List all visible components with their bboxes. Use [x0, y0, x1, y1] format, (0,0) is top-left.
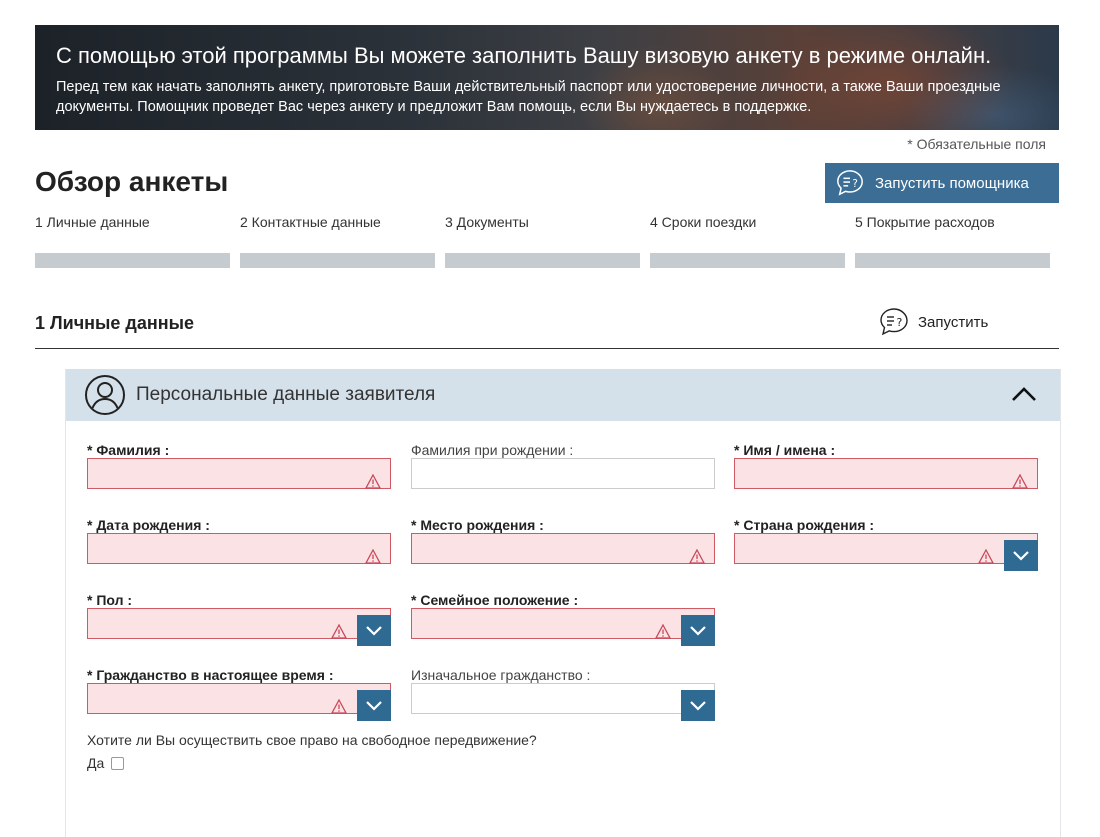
start-assistant-button[interactable]: ? Запустить помощника [825, 163, 1059, 203]
chat-question-icon: ? [837, 170, 863, 196]
dropdown-button[interactable] [357, 615, 391, 646]
hero-banner: С помощью этой программы Вы можете запол… [35, 25, 1059, 130]
surname-field: * Фамилия : [87, 442, 391, 489]
surname-input[interactable] [87, 458, 391, 489]
birth-surname-input[interactable] [411, 458, 715, 489]
chat-question-icon: ? [880, 308, 908, 336]
launch-label: Запустить [918, 313, 989, 331]
yes-label: Да [87, 755, 105, 771]
step-progress-bar [855, 253, 1050, 268]
chevron-up-icon[interactable] [1010, 382, 1038, 406]
step-progress-bar [35, 253, 230, 268]
warning-icon [331, 699, 347, 714]
warning-icon [978, 549, 994, 564]
birth-date-input[interactable] [87, 533, 391, 564]
step-label: 2 Контактные данные [240, 214, 381, 230]
panel-header[interactable]: Персональные данные заявителя [66, 369, 1060, 421]
progress-steps: 1 Личные данные 2 Контактные данные 3 До… [35, 214, 1050, 270]
birth-surname-field: Фамилия при рождении : [411, 442, 715, 489]
warning-icon [331, 624, 347, 639]
warning-icon [655, 624, 671, 639]
field-label: * Страна рождения : [734, 517, 875, 533]
field-label: * Семейное положение : [411, 592, 579, 608]
dropdown-button[interactable] [357, 690, 391, 721]
free-movement-yes-option: Да [87, 755, 125, 771]
chevron-down-icon [690, 700, 706, 711]
field-label: * Гражданство в настоящее время : [87, 667, 334, 683]
birth-place-input[interactable] [411, 533, 715, 564]
launch-assistant-link[interactable]: ? Запустить [878, 306, 988, 338]
step-personal-data[interactable]: 1 Личные данные [35, 214, 230, 268]
start-assistant-label: Запустить помощника [875, 174, 1029, 192]
dropdown-button[interactable] [681, 690, 715, 721]
original-citizenship-field: Изначальное гражданство : [411, 667, 715, 721]
chevron-down-icon [690, 625, 706, 636]
field-label: * Имя / имена : [734, 442, 836, 458]
step-progress-bar [650, 253, 845, 268]
banner-text: Перед тем как начать заполнять анкету, п… [56, 79, 1001, 115]
sex-field: * Пол : [87, 592, 391, 646]
svg-text:?: ? [897, 316, 903, 329]
current-citizenship-field: * Гражданство в настоящее время : [87, 667, 391, 721]
panel-title: Персональные данные заявителя [136, 384, 436, 405]
yes-checkbox[interactable] [111, 756, 125, 770]
given-names-field: * Имя / имена : [734, 442, 1038, 489]
step-label: 3 Документы [445, 214, 529, 230]
warning-icon [365, 549, 381, 564]
dropdown-button[interactable] [681, 615, 715, 646]
section-title: 1 Личные данные [35, 313, 194, 333]
field-label: * Фамилия : [87, 442, 170, 458]
birth-place-field: * Место рождения : [411, 517, 715, 564]
banner-title: С помощью этой программы Вы можете запол… [56, 43, 992, 68]
field-label: * Пол : [87, 592, 133, 608]
given-names-input[interactable] [734, 458, 1038, 489]
birth-country-field: * Страна рождения : [734, 517, 1038, 571]
warning-icon [689, 549, 705, 564]
chevron-down-icon [366, 625, 382, 636]
chevron-down-icon [1013, 550, 1029, 561]
svg-text:?: ? [852, 178, 857, 190]
user-icon [85, 375, 125, 415]
warning-icon [365, 474, 381, 489]
original-citizenship-select[interactable] [411, 683, 715, 714]
field-label: Изначальное гражданство : [411, 667, 591, 683]
step-documents[interactable]: 3 Документы [445, 214, 640, 268]
section-header: 1 Личные данные ? Запустить [35, 306, 1059, 349]
field-label: Фамилия при рождении : [411, 442, 574, 458]
required-fields-note: * Обязательные поля [907, 136, 1046, 152]
step-label: 1 Личные данные [35, 214, 150, 230]
field-label: * Место рождения : [411, 517, 544, 533]
dropdown-button[interactable] [1004, 540, 1038, 571]
step-label: 5 Покрытие расходов [855, 214, 995, 230]
birth-date-field: * Дата рождения : [87, 517, 391, 564]
free-movement-question: Хотите ли Вы осуществить свое право на с… [87, 732, 537, 748]
chevron-down-icon [366, 700, 382, 711]
field-label: * Дата рождения : [87, 517, 210, 533]
step-progress-bar [240, 253, 435, 268]
step-travel-dates[interactable]: 4 Сроки поездки [650, 214, 845, 268]
marital-status-field: * Семейное положение : [411, 592, 715, 646]
warning-icon [1012, 474, 1028, 489]
page-title: Обзор анкеты [35, 166, 229, 197]
step-expense-coverage[interactable]: 5 Покрытие расходов [855, 214, 1050, 268]
step-progress-bar [445, 253, 640, 268]
step-label: 4 Сроки поездки [650, 214, 757, 230]
step-contact-data[interactable]: 2 Контактные данные [240, 214, 435, 268]
